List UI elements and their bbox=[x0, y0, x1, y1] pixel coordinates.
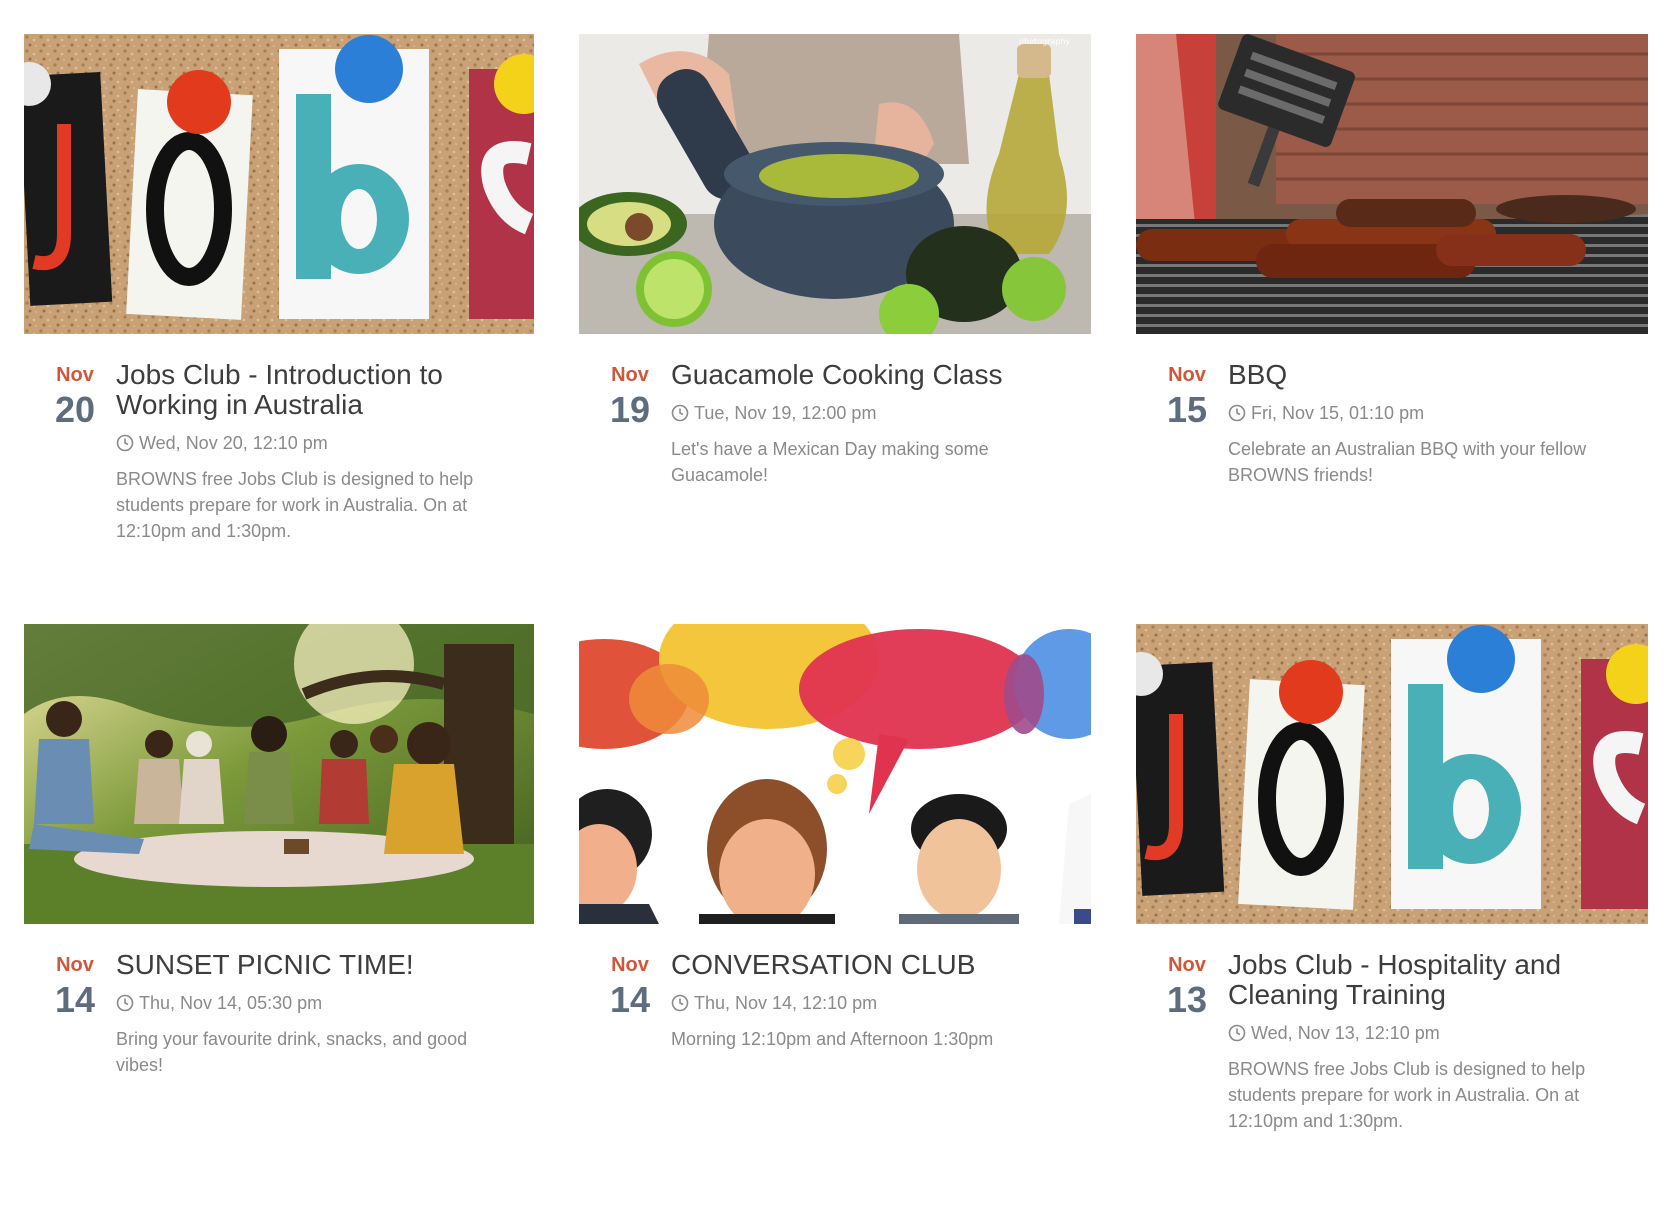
event-day: 14 bbox=[609, 979, 651, 1020]
event-info: Nov 19 Guacamole Cooking Class Tue, Nov … bbox=[579, 360, 1091, 488]
event-info: Nov 20 Jobs Club - Introduction to Worki… bbox=[24, 360, 534, 544]
speech-bubbles-people-image[interactable] bbox=[579, 624, 1091, 924]
event-day: 19 bbox=[609, 389, 651, 430]
event-day: 15 bbox=[1166, 389, 1208, 430]
event-card[interactable]: photography Nov 19 Guacamole Cooking Cla… bbox=[579, 34, 1091, 624]
bbq-sausages-grill-image[interactable] bbox=[1136, 34, 1648, 334]
event-month: Nov bbox=[1168, 364, 1206, 386]
event-day: 13 bbox=[1166, 979, 1208, 1020]
event-time: Fri, Nov 15, 01:10 pm bbox=[1228, 402, 1648, 424]
picnic-friends-park-image[interactable] bbox=[24, 624, 534, 924]
event-time-text: Thu, Nov 14, 05:30 pm bbox=[139, 993, 323, 1013]
event-description: Let's have a Mexican Day making some Gua… bbox=[671, 439, 989, 485]
event-time: Tue, Nov 19, 12:00 pm bbox=[671, 402, 1091, 424]
event-description: Celebrate an Australian BBQ with your fe… bbox=[1228, 439, 1587, 485]
event-date: Nov 14 bbox=[607, 954, 653, 1020]
clock-icon bbox=[116, 434, 134, 452]
event-time-text: Wed, Nov 13, 12:10 pm bbox=[1251, 1023, 1440, 1043]
event-card[interactable]: Nov 15 BBQ Fri, Nov 15, 01:10 pm Celebra… bbox=[1136, 34, 1648, 624]
event-time-text: Fri, Nov 15, 01:10 pm bbox=[1251, 403, 1425, 423]
events-grid: Nov 20 Jobs Club - Introduction to Worki… bbox=[24, 34, 1648, 1214]
clock-icon bbox=[671, 994, 689, 1012]
event-info: Nov 14 CONVERSATION CLUB Thu, Nov 14, 12… bbox=[579, 950, 1091, 1052]
event-month: Nov bbox=[611, 954, 649, 976]
event-title[interactable]: SUNSET PICNIC TIME! bbox=[116, 950, 534, 980]
event-time: Thu, Nov 14, 12:10 pm bbox=[671, 992, 1091, 1014]
event-time-text: Tue, Nov 19, 12:00 pm bbox=[694, 403, 877, 423]
event-month: Nov bbox=[56, 364, 94, 386]
event-date: Nov 13 bbox=[1164, 954, 1210, 1020]
event-description: Bring your favourite drink, snacks, and … bbox=[116, 1029, 468, 1075]
event-description: BROWNS free Jobs Club is designed to hel… bbox=[1228, 1059, 1586, 1131]
event-date: Nov 15 bbox=[1164, 364, 1210, 430]
event-title[interactable]: CONVERSATION CLUB bbox=[671, 950, 1091, 980]
event-card[interactable]: Nov 20 Jobs Club - Introduction to Worki… bbox=[24, 34, 534, 624]
event-day: 14 bbox=[54, 979, 96, 1020]
event-title[interactable]: Guacamole Cooking Class bbox=[671, 360, 1091, 390]
event-title[interactable]: BBQ bbox=[1228, 360, 1648, 390]
event-day: 20 bbox=[54, 389, 96, 430]
event-time: Thu, Nov 14, 05:30 pm bbox=[116, 992, 534, 1014]
event-card[interactable]: Nov 14 SUNSET PICNIC TIME! Thu, Nov 14, … bbox=[24, 624, 534, 1214]
event-time-text: Wed, Nov 20, 12:10 pm bbox=[139, 433, 328, 453]
jobs-letters-corkboard-image[interactable] bbox=[24, 34, 534, 334]
clock-icon bbox=[1228, 404, 1246, 422]
jobs-letters-corkboard-image[interactable] bbox=[1136, 624, 1648, 924]
event-info: Nov 13 Jobs Club - Hospitality and Clean… bbox=[1136, 950, 1648, 1134]
event-info: Nov 14 SUNSET PICNIC TIME! Thu, Nov 14, … bbox=[24, 950, 534, 1078]
event-card[interactable]: Nov 14 CONVERSATION CLUB Thu, Nov 14, 12… bbox=[579, 624, 1091, 1214]
event-title[interactable]: Jobs Club - Introduction to Working in A… bbox=[116, 360, 534, 420]
event-description: Morning 12:10pm and Afternoon 1:30pm bbox=[671, 1029, 994, 1049]
guacamole-mortar-image[interactable]: photography bbox=[579, 34, 1091, 334]
clock-icon bbox=[1228, 1024, 1246, 1042]
event-month: Nov bbox=[56, 954, 94, 976]
image-watermark: photography bbox=[1019, 37, 1070, 46]
event-time-text: Thu, Nov 14, 12:10 pm bbox=[694, 993, 878, 1013]
event-description: BROWNS free Jobs Club is designed to hel… bbox=[116, 469, 474, 541]
event-time: Wed, Nov 13, 12:10 pm bbox=[1228, 1022, 1648, 1044]
event-month: Nov bbox=[1168, 954, 1206, 976]
event-info: Nov 15 BBQ Fri, Nov 15, 01:10 pm Celebra… bbox=[1136, 360, 1648, 488]
event-time: Wed, Nov 20, 12:10 pm bbox=[116, 432, 534, 454]
event-date: Nov 20 bbox=[52, 364, 98, 430]
event-card[interactable]: Nov 13 Jobs Club - Hospitality and Clean… bbox=[1136, 624, 1648, 1214]
event-month: Nov bbox=[611, 364, 649, 386]
event-date: Nov 19 bbox=[607, 364, 653, 430]
event-date: Nov 14 bbox=[52, 954, 98, 1020]
event-title[interactable]: Jobs Club - Hospitality and Cleaning Tra… bbox=[1228, 950, 1648, 1010]
clock-icon bbox=[116, 994, 134, 1012]
clock-icon bbox=[671, 404, 689, 422]
